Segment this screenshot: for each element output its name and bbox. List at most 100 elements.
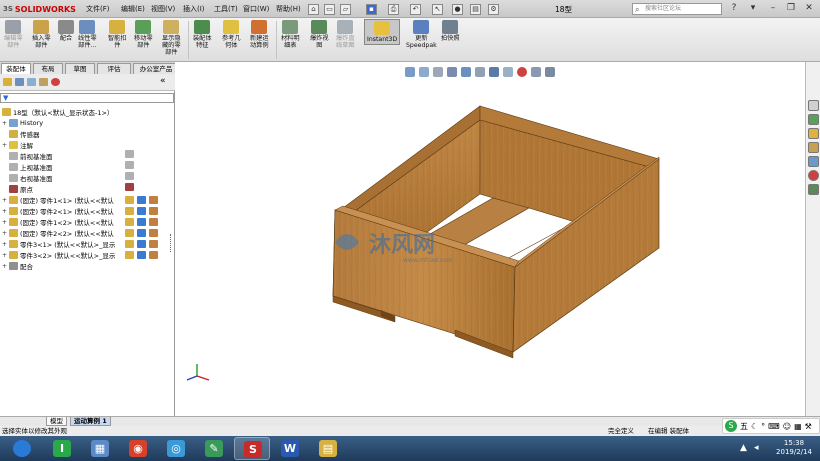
- graphics-area[interactable]: 沐风网 www.mfcad.com: [175, 62, 805, 416]
- moon-icon[interactable]: ☾: [751, 422, 758, 431]
- feature-tree-item[interactable]: 上视基准面: [2, 162, 53, 172]
- file-properties-icon[interactable]: ▤: [470, 4, 481, 15]
- solidworks-resources-icon[interactable]: [808, 100, 819, 111]
- expand-toggle-icon[interactable]: +: [2, 230, 9, 237]
- tab-evaluate[interactable]: 评估: [97, 63, 131, 74]
- previous-view-icon[interactable]: [433, 67, 443, 77]
- instant3d-button[interactable]: Instant3D: [364, 19, 401, 45]
- model-viewport[interactable]: 沐风网 www.mfcad.com: [175, 62, 805, 416]
- tab-office-products[interactable]: 办公室产品: [133, 63, 179, 74]
- property-manager-tab-icon[interactable]: [15, 78, 24, 86]
- view-palette-icon[interactable]: [808, 142, 819, 153]
- options-gear-icon[interactable]: ⚙: [488, 4, 499, 15]
- feature-tree-item[interactable]: + History: [2, 118, 43, 128]
- zoom-to-area-icon[interactable]: [419, 67, 429, 77]
- menu-insert[interactable]: 插入(I): [183, 4, 205, 14]
- panel-splitter[interactable]: [170, 234, 174, 252]
- explorer-button[interactable]: ▤: [310, 437, 346, 460]
- home-icon[interactable]: ⌂: [308, 4, 319, 15]
- select-arrow-icon[interactable]: ↖: [432, 4, 443, 15]
- feather-button[interactable]: ✎: [196, 437, 232, 460]
- new-motion-study-button[interactable]: 新建运 动算例: [250, 20, 269, 49]
- tab-layout[interactable]: 布局: [33, 63, 63, 74]
- wooden-box-model[interactable]: [332, 105, 660, 359]
- view-orientation-icon[interactable]: [475, 67, 485, 77]
- feature-tree-item[interactable]: + (固定) 零件1<1> (默认<<默认: [2, 195, 114, 205]
- take-snapshot-button[interactable]: 拍快照: [441, 20, 460, 42]
- feature-tree-item[interactable]: + 零件3<1> (默认<<默认>_显示: [2, 239, 115, 249]
- help-question-icon[interactable]: ?: [727, 2, 741, 14]
- ime-toolbar[interactable]: S 五 ☾ ° ⌨ ☺ ▦ ⚒: [722, 418, 820, 434]
- expand-toggle-icon[interactable]: +: [2, 219, 9, 226]
- keyboard-icon[interactable]: ⌨: [768, 422, 780, 431]
- insert-component-button[interactable]: 插入零 部件: [32, 20, 51, 49]
- solidworks-button[interactable]: S: [234, 437, 270, 460]
- display-style-icon[interactable]: [489, 67, 499, 77]
- feature-tree-tab-icon[interactable]: [3, 78, 12, 86]
- feature-tree-item[interactable]: + (固定) 零件1<2> (默认<<默认: [2, 217, 114, 227]
- chrome-button[interactable]: ◉: [120, 437, 156, 460]
- tree-filter-input[interactable]: ▼: [0, 93, 174, 103]
- tab-sketch[interactable]: 草图: [65, 63, 95, 74]
- apply-scene-icon[interactable]: [531, 67, 541, 77]
- edit-appearance-icon[interactable]: [517, 67, 527, 77]
- user-icon[interactable]: ☺: [783, 422, 791, 431]
- tab-motion-study-1[interactable]: 运动算例 1: [70, 417, 111, 426]
- menu-view[interactable]: 视图(V): [151, 4, 175, 14]
- assembly-features-button[interactable]: 装配体 特征: [193, 20, 212, 49]
- start-button-button[interactable]: [4, 437, 40, 460]
- menu-window[interactable]: 窗口(W): [243, 4, 269, 14]
- expand-toggle-icon[interactable]: +: [2, 142, 9, 149]
- show-hidden-components-button[interactable]: 显示隐 藏的零 部件: [162, 20, 181, 56]
- expand-toggle-icon[interactable]: +: [2, 241, 9, 248]
- minimize-button[interactable]: –: [766, 2, 780, 14]
- volume-icon[interactable]: ◂: [754, 443, 759, 453]
- expand-toggle-icon[interactable]: +: [2, 120, 9, 127]
- dynamic-annotation-icon[interactable]: [461, 67, 471, 77]
- file-explorer-icon[interactable]: [808, 128, 819, 139]
- community-search-input[interactable]: ⌕ 搜索社区论坛: [632, 3, 722, 15]
- hide-show-items-icon[interactable]: [503, 67, 513, 77]
- rebuild-icon[interactable]: ●: [452, 4, 463, 15]
- edit-component-button[interactable]: 编辑零 部件: [4, 20, 23, 49]
- expand-toggle-icon[interactable]: +: [2, 208, 9, 215]
- network-button[interactable]: ◎: [158, 437, 194, 460]
- tab-assembly[interactable]: 装配体: [1, 63, 31, 74]
- undo-icon[interactable]: ↶: [410, 4, 421, 15]
- menu-help[interactable]: 帮助(H): [276, 4, 301, 14]
- feature-tree-item[interactable]: + (固定) 零件2<1> (默认<<默认: [2, 206, 114, 216]
- punctuation-icon[interactable]: °: [761, 422, 765, 431]
- feature-tree-item[interactable]: + 配合: [2, 261, 33, 271]
- custom-properties-icon[interactable]: [808, 184, 819, 195]
- bill-of-materials-button[interactable]: 材料明 细表: [281, 20, 300, 49]
- word-button[interactable]: W: [272, 437, 308, 460]
- exploded-view-button[interactable]: 爆炸视 图: [310, 20, 329, 49]
- calculator-button[interactable]: ▦: [82, 437, 118, 460]
- feature-tree-item[interactable]: + 注解: [2, 140, 33, 150]
- expand-toggle-icon[interactable]: +: [2, 197, 9, 204]
- feature-tree-item[interactable]: + (固定) 零件2<2> (默认<<默认: [2, 228, 114, 238]
- close-button[interactable]: ✕: [802, 2, 816, 14]
- display-manager-tab-icon[interactable]: [51, 78, 60, 86]
- tab-model[interactable]: 模型: [46, 417, 67, 426]
- feature-tree-item[interactable]: 传感器: [2, 129, 40, 139]
- solidworks-logo[interactable]: 3S SOLIDWORKS: [3, 2, 76, 16]
- feature-tree-item[interactable]: + 零件3<2> (默认<<默认>_显示: [2, 250, 115, 260]
- mate-button[interactable]: 配合: [58, 20, 74, 42]
- feature-tree-item[interactable]: 原点: [2, 184, 33, 194]
- appearances-icon[interactable]: [808, 156, 819, 167]
- explode-line-sketch-button[interactable]: 爆炸直 线草图: [336, 20, 355, 49]
- design-library-icon[interactable]: [808, 114, 819, 125]
- collapse-panel-icon[interactable]: «: [160, 76, 166, 86]
- section-view-icon[interactable]: [447, 67, 457, 77]
- feature-tree-item[interactable]: 前视基准面: [2, 151, 53, 161]
- help-dropdown-icon[interactable]: ▾: [746, 2, 760, 14]
- open-folder-icon[interactable]: ▱: [340, 4, 351, 15]
- update-speedpak-button[interactable]: 更新 Speedpak: [406, 20, 437, 49]
- skin-icon[interactable]: ▦: [794, 422, 802, 431]
- save-icon[interactable]: ▪: [366, 4, 377, 15]
- feature-tree-item[interactable]: 右视基准面: [2, 173, 53, 183]
- system-clock[interactable]: 15:38 2019/2/14: [770, 439, 818, 457]
- restore-button[interactable]: ❐: [784, 2, 798, 14]
- view-settings-icon[interactable]: [545, 67, 555, 77]
